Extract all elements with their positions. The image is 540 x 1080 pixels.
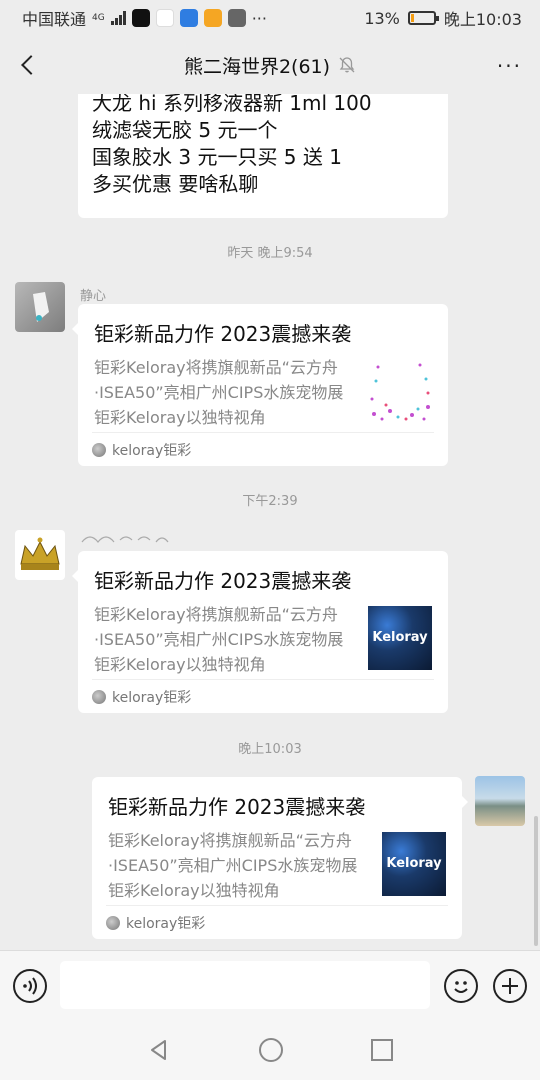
shield-app-icon bbox=[179, 9, 198, 27]
chat-area[interactable]: 大龙 hi 系列移液器新 1ml 100 绒滤袋无胶 5 元一个 国象胶水 3 … bbox=[0, 94, 540, 950]
card-title: 钜彩新品力作 2023震撼来袭 bbox=[108, 795, 366, 819]
chat-header: 熊二海世界2(61) ··· bbox=[0, 36, 540, 94]
card-source: keloray钜彩 bbox=[126, 915, 206, 932]
more-options-button[interactable]: ··· bbox=[497, 54, 522, 78]
card-thumbnail bbox=[368, 359, 432, 423]
mute-bell-icon bbox=[339, 57, 355, 73]
system-back-icon[interactable] bbox=[147, 1038, 171, 1062]
avatar[interactable] bbox=[475, 776, 525, 826]
card-desc-line: ·ISEA50”亮相广州CIPS水族宠物展 bbox=[94, 630, 344, 649]
scrollbar[interactable] bbox=[534, 816, 538, 946]
tiktok-icon bbox=[131, 9, 150, 27]
status-bar: 中国联通 4G ··· 13% 晚上10:03 bbox=[0, 0, 540, 36]
voice-icon bbox=[23, 977, 37, 995]
link-card[interactable]: 钜彩新品力作 2023震撼来袭 钜彩Keloray将携旗舰新品“云方舟 ·ISE… bbox=[72, 304, 448, 466]
card-thumbnail: Keloray bbox=[382, 832, 446, 896]
more-notifications: ··· bbox=[251, 8, 267, 28]
maps-icon bbox=[155, 9, 174, 27]
orange-app-icon bbox=[203, 9, 222, 27]
back-button[interactable] bbox=[14, 50, 44, 80]
card-desc-line: 钜彩Keloray将携旗舰新品“云方舟 bbox=[108, 831, 352, 850]
avatar[interactable] bbox=[15, 530, 65, 580]
sender-name: 静心 bbox=[80, 289, 107, 304]
sender-name-decoration bbox=[81, 536, 169, 543]
card-source: keloray钜彩 bbox=[112, 442, 192, 459]
link-card[interactable]: 钜彩新品力作 2023震撼来袭 钜彩Keloray将携旗舰新品“云方舟 ·ISE… bbox=[92, 777, 468, 939]
carrier-label: 中国联通 bbox=[22, 10, 87, 29]
network-type: 4G bbox=[92, 13, 105, 23]
avatar[interactable] bbox=[15, 282, 65, 332]
message-input[interactable] bbox=[60, 961, 430, 1009]
card-desc-line: 钜彩Keloray以独特视角 bbox=[108, 881, 280, 900]
card-title: 钜彩新品力作 2023震撼来袭 bbox=[94, 569, 352, 593]
emoji-icon bbox=[454, 981, 468, 993]
notes-app-icon bbox=[227, 9, 246, 27]
card-desc-line: ·ISEA50”亮相广州CIPS水族宠物展 bbox=[94, 383, 344, 402]
card-title: 钜彩新品力作 2023震撼来袭 bbox=[94, 322, 352, 346]
card-desc-line: 钜彩Keloray以独特视角 bbox=[94, 655, 266, 674]
card-desc-line: ·ISEA50”亮相广州CIPS水族宠物展 bbox=[108, 856, 358, 875]
voice-input-button[interactable] bbox=[13, 969, 47, 1003]
source-icon bbox=[92, 689, 106, 704]
timestamp: 昨天 晚上9:54 bbox=[227, 246, 313, 261]
battery-icon bbox=[407, 11, 439, 25]
timestamp: 下午2:39 bbox=[242, 494, 298, 509]
card-source: keloray钜彩 bbox=[112, 689, 192, 706]
system-recents-icon[interactable] bbox=[371, 1039, 393, 1061]
link-card[interactable]: 钜彩新品力作 2023震撼来袭 钜彩Keloray将携旗舰新品“云方舟 ·ISE… bbox=[72, 551, 448, 713]
card-thumbnail: Keloray bbox=[368, 606, 432, 670]
clock: 晚上10:03 bbox=[443, 10, 522, 29]
thumbnail-logo: Keloray bbox=[372, 630, 428, 645]
battery-percent: 13% bbox=[364, 8, 400, 28]
system-home-icon[interactable] bbox=[259, 1038, 283, 1062]
system-navigation-bar bbox=[0, 1020, 540, 1080]
message-line: 绒滤袋无胶 5 元一个 bbox=[92, 118, 278, 142]
card-desc-line: 钜彩Keloray将携旗舰新品“云方舟 bbox=[94, 358, 338, 377]
source-icon bbox=[106, 915, 120, 930]
message-line: 多买优惠 要啥私聊 bbox=[92, 172, 259, 196]
input-bar bbox=[0, 950, 540, 1020]
message-line: 大龙 hi 系列移液器新 1ml 100 bbox=[92, 94, 372, 115]
source-icon bbox=[92, 442, 106, 457]
emoji-button[interactable] bbox=[444, 969, 478, 1003]
more-functions-button[interactable] bbox=[493, 969, 527, 1003]
timestamp: 晚上10:03 bbox=[238, 742, 302, 757]
signal-icon bbox=[110, 11, 126, 25]
card-desc-line: 钜彩Keloray将携旗舰新品“云方舟 bbox=[94, 605, 338, 624]
plus-icon bbox=[502, 978, 518, 994]
message-line: 国象胶水 3 元一只买 5 送 1 bbox=[92, 145, 342, 169]
message-bubble[interactable]: 大龙 hi 系列移液器新 1ml 100 绒滤袋无胶 5 元一个 国象胶水 3 … bbox=[78, 94, 448, 218]
chat-title: 熊二海世界2(61) bbox=[183, 55, 331, 78]
card-desc-line: 钜彩Keloray以独特视角 bbox=[94, 408, 266, 427]
thumbnail-logo: Keloray bbox=[386, 856, 442, 871]
